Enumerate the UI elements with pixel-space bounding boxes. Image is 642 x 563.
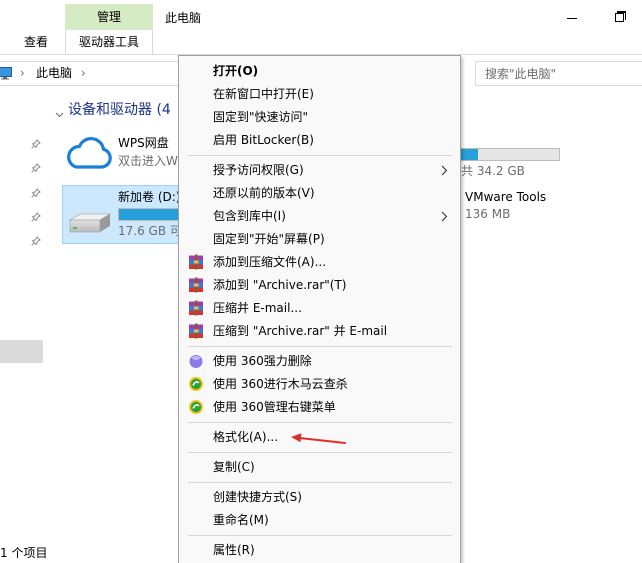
menu-item-label: 使用 360进行木马云查杀 [213, 377, 348, 391]
arrow-head [291, 433, 302, 443]
menu-item-give-access[interactable]: 授予访问权限(G) [179, 159, 460, 182]
menu-item-rename[interactable]: 重命名(M) [179, 509, 460, 532]
window-title: 此电脑 [165, 11, 202, 25]
search-box[interactable] [475, 61, 642, 86]
this-pc-icon [0, 67, 12, 80]
menu-item-360-menu-manager[interactable]: 使用 360管理右键菜单 [179, 396, 460, 419]
chevron-right-icon [441, 211, 448, 222]
winrar-icon [188, 300, 204, 316]
group-header-devices[interactable]: 设备和驱动器 (4 [68, 102, 171, 118]
minimize-icon[interactable] [567, 18, 577, 19]
menu-item-label: 属性(R) [213, 543, 255, 557]
menu-item-properties[interactable]: 属性(R) [179, 539, 460, 562]
drive-name: 新加卷 (D:) [118, 190, 181, 204]
menu-item-include-library[interactable]: 包含到库中(I) [179, 205, 460, 228]
breadcrumb-separator[interactable]: › [81, 66, 86, 80]
menu-item-label: 压缩到 "Archive.rar" 并 E-mail [213, 324, 388, 338]
menu-item-open[interactable]: 打开(O) [179, 60, 460, 83]
menu-separator [179, 532, 460, 539]
menu-item-360-shred[interactable]: 使用 360强力删除 [179, 350, 460, 373]
menu-item-label: 复制(C) [213, 460, 255, 474]
menu-separator [179, 419, 460, 426]
arrow-shaft [294, 436, 346, 444]
menu-separator [179, 449, 460, 456]
cloud-icon [64, 132, 112, 172]
menu-item-label: 添加到 "Archive.rar"(T) [213, 278, 347, 292]
360-safe-icon [188, 399, 204, 415]
drive-detail: 17.6 GB 可 [118, 224, 182, 238]
drive-name: WPS网盘 [118, 136, 169, 150]
winrar-icon [188, 323, 204, 339]
menu-item-compress-email[interactable]: 压缩并 E-mail... [179, 297, 460, 320]
pin-icon [31, 162, 41, 173]
menu-separator [179, 152, 460, 159]
menu-item-label: 格式化(A)... [213, 430, 279, 444]
menu-item-label: 使用 360强力删除 [213, 354, 312, 368]
search-input[interactable] [485, 66, 635, 82]
menu-item-label: 创建快捷方式(S) [213, 490, 302, 504]
red-arrow-icon [291, 433, 346, 444]
tab-drive-tools-label: 驱动器工具 [78, 35, 139, 49]
menu-item-label: 包含到库中(I) [213, 209, 286, 223]
pin-icon [31, 235, 41, 246]
menu-item-label: 压缩并 E-mail... [213, 301, 302, 315]
pin-icon [31, 138, 41, 149]
pin-icon [31, 187, 41, 198]
menu-item-open-new-window[interactable]: 在新窗口中打开(E) [179, 83, 460, 106]
breadcrumb-this-pc[interactable]: 此电脑 [36, 66, 72, 80]
menu-separator [179, 479, 460, 486]
context-menu: 打开(O) 在新窗口中打开(E) 固定到"快速访问" 启用 BitLocker(… [178, 55, 461, 563]
nav-item-selected[interactable] [0, 340, 43, 363]
menu-item-add-to-archive-rar[interactable]: 添加到 "Archive.rar"(T) [179, 274, 460, 297]
drive-detail: 共 34.2 GB [461, 164, 525, 178]
pin-icon [31, 211, 41, 222]
menu-item-create-shortcut[interactable]: 创建快捷方式(S) [179, 486, 460, 509]
360-shredder-icon [188, 353, 204, 369]
menu-item-label: 在新窗口中打开(E) [213, 87, 314, 101]
360-safe-icon [188, 376, 204, 392]
menu-item-label: 启用 BitLocker(B) [213, 133, 314, 147]
chevron-down-icon[interactable] [55, 107, 64, 118]
restore-icon[interactable] [615, 11, 628, 24]
tab-view[interactable]: 查看 [24, 35, 48, 49]
breadcrumb-separator[interactable]: › [20, 66, 25, 80]
winrar-icon [188, 277, 204, 293]
menu-item-360-scan[interactable]: 使用 360进行木马云查杀 [179, 373, 460, 396]
menu-item-label: 固定到"快速访问" [213, 110, 309, 124]
menu-item-copy[interactable]: 复制(C) [179, 456, 460, 479]
status-item-count: 1 个项目 [0, 546, 48, 560]
drive-detail: 136 MB [465, 207, 511, 221]
menu-item-label: 添加到压缩文件(A)... [213, 255, 327, 269]
drive-name-vmware[interactable]: VMware Tools [465, 190, 546, 204]
hard-drive-icon [68, 210, 112, 238]
menu-item-bitlocker[interactable]: 启用 BitLocker(B) [179, 129, 460, 152]
menu-item-add-to-archive[interactable]: 添加到压缩文件(A)... [179, 251, 460, 274]
menu-item-pin-quick-access[interactable]: 固定到"快速访问" [179, 106, 460, 129]
winrar-icon [188, 254, 204, 270]
menu-item-label: 还原以前的版本(V) [213, 186, 315, 200]
context-tab-group-label: 管理 [96, 10, 121, 24]
menu-item-label: 使用 360管理右键菜单 [213, 400, 336, 414]
menu-item-label: 固定到"开始"屏幕(P) [213, 232, 325, 246]
drive-detail: 双击进入W [118, 154, 178, 168]
menu-item-label: 打开(O) [213, 64, 259, 78]
menu-item-restore-versions[interactable]: 还原以前的版本(V) [179, 182, 460, 205]
menu-item-compress-rar-email[interactable]: 压缩到 "Archive.rar" 并 E-mail [179, 320, 460, 343]
menu-item-label: 重命名(M) [213, 513, 269, 527]
menu-item-label: 授予访问权限(G) [213, 163, 304, 177]
context-tab-group-manage: 管理 [65, 4, 153, 30]
menu-item-pin-start[interactable]: 固定到"开始"屏幕(P) [179, 228, 460, 251]
chevron-right-icon [441, 165, 448, 176]
tab-drive-tools[interactable]: 驱动器工具 [65, 30, 153, 54]
menu-separator [179, 343, 460, 350]
